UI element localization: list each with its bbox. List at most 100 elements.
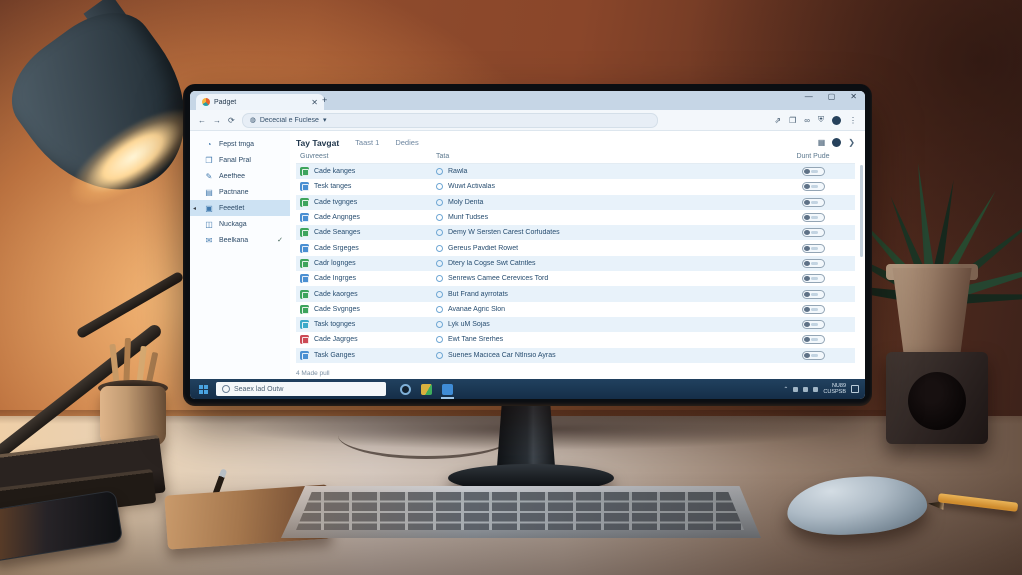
sidebar-item[interactable]: ✉ Beelkana ✓ bbox=[190, 232, 290, 248]
table-row[interactable]: Cade kanges Rawla bbox=[296, 164, 855, 180]
table-header: Guvreest Tata Dunt Pude bbox=[296, 150, 855, 164]
table-row[interactable]: Cade Angnges Munf Tudses bbox=[296, 210, 855, 225]
taskbar-app-icon-1[interactable] bbox=[400, 383, 411, 395]
status-circle-icon[interactable] bbox=[436, 168, 443, 176]
tray-icon-1[interactable] bbox=[793, 386, 799, 392]
row-toggle[interactable] bbox=[801, 289, 825, 299]
scrollbar[interactable] bbox=[860, 165, 863, 257]
address-bar[interactable]: ◍ Dececial e Fuclese ▾ bbox=[241, 112, 658, 128]
status-circle-icon[interactable] bbox=[436, 229, 443, 237]
sidebar-item-icon: ❐ bbox=[205, 155, 213, 165]
profile-avatar[interactable] bbox=[832, 115, 841, 125]
shield-icon[interactable]: ⛨ bbox=[818, 115, 824, 125]
sidebar-item[interactable]: ❐ Fanal Pral bbox=[190, 152, 290, 168]
status-circle-icon[interactable] bbox=[436, 305, 443, 313]
table-row[interactable]: Cade Ingrges Senrews Camee Cerevices Tor… bbox=[296, 271, 855, 286]
tab-close-icon[interactable]: ✕ bbox=[311, 98, 318, 107]
refresh-icon[interactable]: ⟳ bbox=[228, 116, 235, 125]
table-row[interactable]: Cade Svgnges Avanae Agric Slon bbox=[296, 302, 855, 317]
status-circle-icon[interactable] bbox=[436, 183, 443, 191]
tray-expand-icon[interactable]: ⌃ bbox=[783, 386, 788, 393]
table-row[interactable]: Task Ganges Suenes Macicea Car Ntlnsio A… bbox=[296, 347, 855, 363]
sidebar-item[interactable]: ◂ ▣ Feeetlet bbox=[190, 200, 290, 216]
taskbar-clock[interactable]: NU89 CUSPSB bbox=[823, 383, 846, 396]
column-header-toggle[interactable]: Dunt Pude bbox=[781, 153, 845, 160]
taskbar-app-icon-3[interactable] bbox=[441, 383, 454, 399]
main-tab-2[interactable]: Dedies bbox=[395, 138, 418, 147]
toggle-knob bbox=[803, 230, 810, 236]
column-header-task[interactable]: Tata bbox=[436, 153, 781, 160]
status-circle-icon[interactable] bbox=[436, 351, 443, 359]
minimize-button[interactable]: — bbox=[805, 92, 813, 101]
grid-view-icon[interactable]: ▦ bbox=[818, 138, 826, 147]
row-toggle[interactable] bbox=[801, 320, 825, 330]
row-toggle[interactable] bbox=[801, 350, 825, 360]
table-row[interactable]: Task tognges Lyk uM Sojas bbox=[296, 316, 855, 333]
new-tab-button[interactable]: + bbox=[322, 95, 327, 105]
table-row[interactable]: Cade Jagrges Ewt Tane Srerhes bbox=[296, 332, 855, 347]
sidebar-item[interactable]: ▤ Pactnane bbox=[190, 184, 290, 200]
row-app-cell: Cade tvgnges bbox=[296, 197, 436, 207]
table-row[interactable]: Cadr lognges Dtery la Cogse Swt Catntles bbox=[296, 255, 855, 272]
main-tab-1[interactable]: Taast 1 bbox=[355, 138, 379, 147]
row-toggle[interactable] bbox=[801, 197, 825, 207]
status-circle-icon[interactable] bbox=[436, 244, 443, 252]
row-toggle[interactable] bbox=[801, 274, 825, 284]
taskbar-app-icon-2[interactable] bbox=[421, 383, 432, 395]
row-task-cell: Demy W Sersten Carest Corfudates bbox=[436, 229, 781, 237]
url-caret-icon[interactable]: ▾ bbox=[323, 116, 327, 124]
table-row[interactable]: Cade kaorges But Frand ayrrotats bbox=[296, 286, 855, 302]
start-button[interactable] bbox=[190, 379, 216, 399]
sidebar-item-icon: ✎ bbox=[205, 171, 213, 181]
monitor: Padget ✕ + — ▢ ✕ ← → ⟳ ◍ Dececial e Fucl… bbox=[183, 84, 872, 406]
row-toggle[interactable] bbox=[801, 243, 825, 253]
close-button[interactable]: ✕ bbox=[850, 92, 857, 101]
row-app-cell: Cade Srgeges bbox=[296, 243, 436, 253]
forward-icon[interactable]: → bbox=[213, 116, 221, 125]
browser-tab[interactable]: Padget ✕ bbox=[196, 94, 324, 110]
row-toggle[interactable] bbox=[801, 258, 825, 268]
collections-icon[interactable]: ❐ bbox=[789, 116, 796, 125]
site-info-icon[interactable]: ◍ bbox=[250, 116, 256, 124]
row-toggle[interactable] bbox=[801, 335, 825, 345]
extensions-icon[interactable]: ∞ bbox=[804, 116, 810, 125]
row-app-label: Cade Svgnges bbox=[314, 305, 360, 313]
taskbar-search[interactable]: Seaex lad Outw bbox=[216, 382, 386, 396]
status-circle-icon[interactable] bbox=[436, 290, 443, 298]
row-task-cell: But Frand ayrrotats bbox=[436, 290, 781, 298]
back-icon[interactable]: ← bbox=[198, 116, 206, 125]
caret-icon[interactable]: ❯ bbox=[848, 138, 855, 147]
row-toggle[interactable] bbox=[801, 304, 825, 314]
row-toggle[interactable] bbox=[801, 167, 825, 177]
sidebar-item[interactable]: ✎ Aeefhee bbox=[190, 168, 290, 184]
toggle-knob bbox=[803, 306, 810, 312]
share-icon[interactable]: ⇗ bbox=[774, 116, 781, 125]
table-row[interactable]: Tesk tanges Wuwt Activalas bbox=[296, 179, 855, 194]
tray-icon-3[interactable] bbox=[813, 386, 819, 392]
row-toggle[interactable] bbox=[801, 228, 825, 238]
tray-icon-2[interactable] bbox=[803, 386, 809, 392]
row-app-label: Cade Jagrges bbox=[314, 336, 358, 344]
status-circle-icon[interactable] bbox=[436, 336, 443, 344]
action-center-icon[interactable] bbox=[851, 385, 859, 393]
menu-dots-icon[interactable]: ⋮ bbox=[849, 116, 857, 125]
clock-date: CUSPSB bbox=[823, 389, 846, 395]
row-toggle[interactable] bbox=[801, 213, 825, 223]
status-circle-icon[interactable] bbox=[436, 275, 443, 283]
table-row[interactable]: Cade Seanges Demy W Sersten Carest Corfu… bbox=[296, 225, 855, 241]
table-footer: 4 Made pull bbox=[296, 369, 330, 377]
sidebar-item[interactable]: ◫ Nuckaga bbox=[190, 216, 290, 232]
status-circle-icon[interactable] bbox=[436, 321, 443, 329]
table-body: Cade kanges Rawla Tesk tanges Wuwt Activ… bbox=[296, 164, 855, 367]
maximize-button[interactable]: ▢ bbox=[828, 92, 836, 101]
table-row[interactable]: Cade Srgeges Gereus Pavdiet Rowet bbox=[296, 240, 855, 255]
status-circle-icon[interactable] bbox=[436, 214, 443, 222]
status-circle-icon[interactable] bbox=[436, 259, 443, 267]
row-toggle[interactable] bbox=[801, 182, 825, 192]
sidebar-item[interactable]: ◔ Fepst tmga bbox=[190, 136, 290, 152]
status-circle-icon[interactable] bbox=[436, 198, 443, 206]
toggle-knob bbox=[803, 260, 810, 266]
column-header-app[interactable]: Guvreest bbox=[296, 153, 436, 160]
table-row[interactable]: Cade tvgnges Moly Denta bbox=[296, 194, 855, 210]
user-avatar[interactable] bbox=[832, 138, 842, 147]
